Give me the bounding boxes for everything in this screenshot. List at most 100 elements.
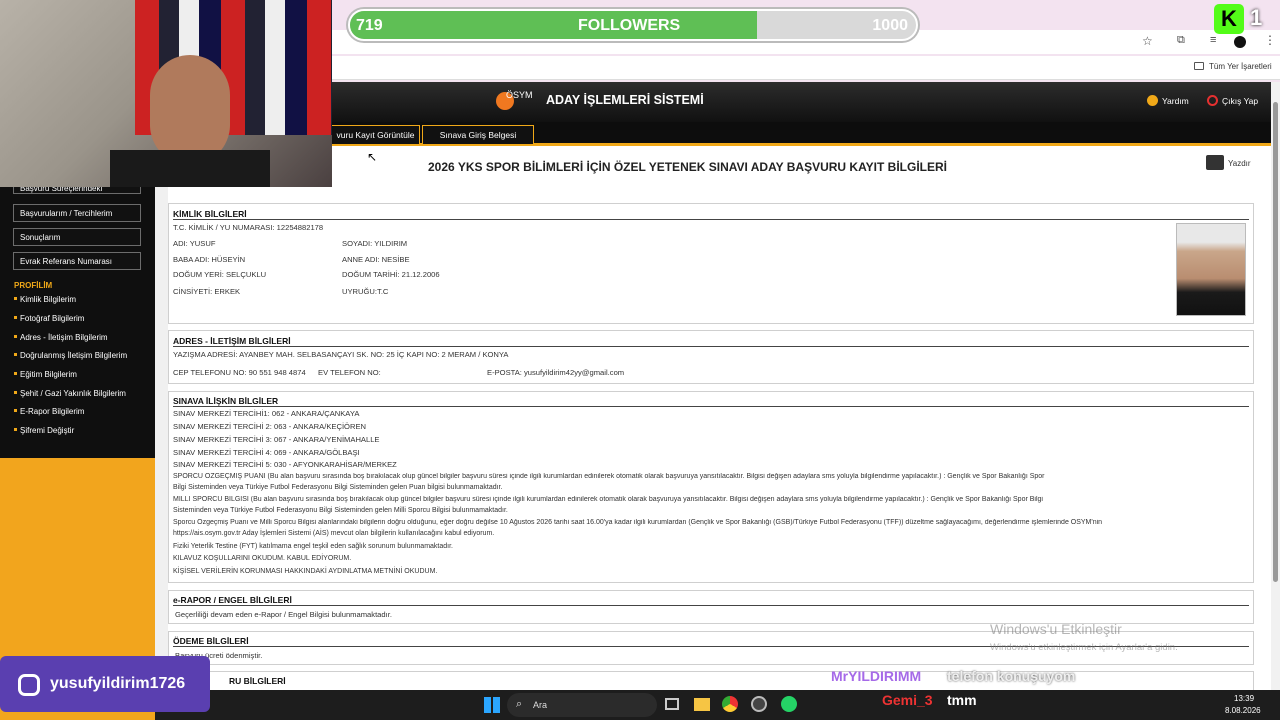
followers-current: 719 bbox=[356, 17, 383, 34]
next-section: RU BİLGİLERİ bbox=[168, 671, 1254, 691]
webcam-feed bbox=[0, 0, 332, 187]
help-link[interactable]: Yardım bbox=[1162, 96, 1189, 106]
taskbar-search-label: Ara bbox=[533, 700, 548, 710]
print-link[interactable]: Yazdır bbox=[1228, 159, 1251, 168]
exam-title: SINAVA İLİŞKİN BİLGİLER bbox=[173, 396, 279, 406]
content-margin bbox=[155, 186, 168, 720]
surname: SOYADI: YILDIRIM bbox=[342, 239, 408, 248]
sidebar-item-results[interactable]: Sonuçlarım bbox=[13, 228, 141, 246]
sidebar-link-password[interactable]: Şifremi Değiştir bbox=[20, 426, 74, 435]
instagram-icon bbox=[18, 674, 40, 696]
identity-section: KİMLİK BİLGİLERİ T.C. KİMLİK / YU NUMARA… bbox=[168, 203, 1254, 324]
home-phone: EV TELEFON NO: bbox=[318, 368, 381, 377]
clock-date[interactable]: 8.08.2026 bbox=[1225, 706, 1261, 715]
kebab-menu-icon[interactable]: ⋮ bbox=[1264, 33, 1276, 47]
next-section-title: RU BİLGİLERİ bbox=[229, 676, 286, 686]
sidebar-link-verified-contact[interactable]: Doğrulanmış İletişim Bilgilerim bbox=[20, 351, 127, 360]
exam-preference: SINAV MERKEZİ TERCİHİ 2: 063 - ANKARA/KE… bbox=[173, 422, 366, 431]
streamer-head bbox=[150, 55, 230, 165]
profile-heading: PROFİLİM bbox=[14, 281, 53, 290]
bio-score-text-2: Bilgi Sisteminden veya Türkiye Futbol Fe… bbox=[173, 484, 503, 491]
windows-start-icon[interactable] bbox=[484, 697, 500, 713]
declaration-text: Sporcu Özgeçmiş Puanı ve Milli Sporcu Bi… bbox=[173, 519, 1103, 526]
sidebar-link-identity[interactable]: Kimlik Bilgilerim bbox=[20, 295, 76, 304]
nav-bar: vuru Kayıt Görüntüle Sınava Giriş Belges… bbox=[332, 122, 1272, 146]
candidate-photo bbox=[1176, 223, 1246, 316]
folder-icon bbox=[1194, 62, 1204, 70]
kvkk-acceptance: KİŞİSEL VERİLERİN KORUNMASI HAKKINDAKİ A… bbox=[173, 568, 438, 575]
chat-message: telefon konuşuyom bbox=[947, 668, 1076, 684]
erapor-title: e-RAPOR / ENGEL BİLGİLERİ bbox=[173, 595, 292, 605]
father-name: BABA ADI: HÜSEYİN bbox=[173, 255, 246, 264]
page-title: 2026 YKS SPOR BİLİMLERİ İÇİN ÖZEL YETENE… bbox=[428, 160, 947, 174]
exam-preference: SINAV MERKEZİ TERCİHİ1: 062 - ANKARA/ÇAN… bbox=[173, 409, 360, 418]
profile-icon[interactable] bbox=[1234, 36, 1246, 48]
scrollbar-thumb[interactable] bbox=[1273, 102, 1278, 582]
bullet-icon bbox=[14, 391, 17, 394]
taskbar-search[interactable]: ⌕ Ara bbox=[507, 693, 657, 717]
sidebar-link-photo[interactable]: Fotoğraf Bilgilerim bbox=[20, 314, 84, 323]
star-icon[interactable]: ☆ bbox=[1142, 34, 1153, 48]
obs-icon[interactable] bbox=[751, 696, 767, 712]
bot-user: Gemi_3 bbox=[882, 692, 933, 708]
kick-logo-letter: K bbox=[1221, 6, 1237, 31]
payment-title: ÖDEME BİLGİLERİ bbox=[173, 636, 249, 646]
address-section: ADRES - İLETİŞİM BİLGİLERİ YAZIŞMA ADRES… bbox=[168, 330, 1254, 384]
help-icon[interactable] bbox=[1147, 95, 1158, 106]
file-explorer-icon[interactable] bbox=[694, 698, 710, 711]
address-title: ADRES - İLETİŞİM BİLGİLERİ bbox=[173, 336, 291, 346]
printer-icon[interactable] bbox=[1206, 155, 1224, 170]
bot-message: tmm bbox=[947, 692, 977, 708]
tab-exam-entry-document[interactable]: Sınava Giriş Belgesi bbox=[422, 125, 534, 145]
taskbar: ⌕ Ara 13:39 8.08.2026 bbox=[155, 690, 1280, 720]
tab-application-view[interactable]: vuru Kayıt Görüntüle bbox=[332, 125, 420, 145]
sidebar-item-document-ref[interactable]: Evrak Referans Numarası bbox=[13, 252, 141, 270]
bullet-icon bbox=[14, 297, 17, 300]
followers-progress-fill bbox=[350, 11, 757, 39]
task-view-icon[interactable] bbox=[665, 698, 679, 710]
mailing-address: YAZIŞMA ADRESİ: AYANBEY MAH. SELBASANÇAY… bbox=[173, 350, 509, 359]
national-athlete-text: MİLLİ SPORCU BİLGİSİ (Bu alan başvuru sı… bbox=[173, 496, 1043, 503]
erapor-section: e-RAPOR / ENGEL BİLGİLERİ Geçerliliği de… bbox=[168, 590, 1254, 624]
declaration-text-2: https://ais.osym.gov.tr Aday İşlemleri S… bbox=[173, 530, 495, 537]
chat-user: MrYILDIRIMM bbox=[831, 668, 922, 684]
sidebar-link-education[interactable]: Eğitim Bilgilerim bbox=[20, 370, 77, 379]
mobile-phone: CEP TELEFONU NO: 90 551 948 4874 bbox=[173, 368, 306, 377]
streamer-shirt bbox=[110, 150, 270, 187]
all-bookmarks-link[interactable]: Tüm Yer İşaretleri bbox=[1209, 62, 1272, 71]
bullet-icon bbox=[14, 335, 17, 338]
fitness-text: Fiziki Yeterlik Testine (FYT) katılmama … bbox=[173, 543, 453, 550]
followers-label: FOLLOWERS bbox=[578, 17, 681, 34]
system-title: ADAY İŞLEMLERİ SİSTEMİ bbox=[546, 93, 704, 107]
chrome-icon[interactable] bbox=[722, 696, 738, 712]
whatsapp-icon[interactable] bbox=[781, 696, 797, 712]
kick-logo-icon: K bbox=[1214, 4, 1244, 34]
clock-time[interactable]: 13:39 bbox=[1234, 694, 1254, 703]
nationality: UYRUĞU:T.C bbox=[342, 287, 389, 296]
exam-section: SINAVA İLİŞKİN BİLGİLER SINAV MERKEZİ TE… bbox=[168, 391, 1254, 583]
bullet-icon bbox=[14, 409, 17, 412]
section-divider bbox=[173, 605, 1249, 606]
national-athlete-text-2: Sisteminden veya Türkiye Futbol Federasy… bbox=[173, 507, 508, 514]
mother-name: ANNE ADI: NESİBE bbox=[342, 255, 410, 264]
birthplace: DOĞUM YERİ: SELÇUKLU bbox=[173, 270, 267, 279]
email: E-POSTA: yusufyildirim42yy@gmail.com bbox=[487, 368, 625, 377]
sidebar-link-address[interactable]: Adres - İletişim Bilgilerim bbox=[20, 333, 108, 342]
bullet-icon bbox=[14, 353, 17, 356]
sidebar-link-martyr[interactable]: Şehit / Gazi Yakınlık Bilgilerim bbox=[20, 389, 126, 398]
kick-count: 1 bbox=[1250, 5, 1263, 30]
sidebar-item-applications[interactable]: Başvurularım / Tercihlerim bbox=[13, 204, 141, 222]
bullet-icon bbox=[14, 316, 17, 319]
sidebar-link-erapor[interactable]: E-Rapor Bilgilerim bbox=[20, 407, 84, 416]
section-divider bbox=[173, 346, 1249, 347]
site-header: ÖSYM ADAY İŞLEMLERİ SİSTEMİ Yardım Çıkış… bbox=[332, 82, 1272, 122]
logout-link[interactable]: Çıkış Yap bbox=[1222, 96, 1258, 106]
gender: CİNSİYETİ: ERKEK bbox=[173, 287, 241, 296]
instagram-handle: yusufyildirim1726 bbox=[50, 675, 186, 692]
scrollbar[interactable] bbox=[1271, 82, 1280, 690]
followers-goal-bar: 719 FOLLOWERS 1000 bbox=[348, 9, 918, 41]
menu-icon[interactable]: ≡ bbox=[1210, 34, 1216, 46]
power-icon[interactable] bbox=[1207, 95, 1218, 106]
extension-icon[interactable]: ⧉ bbox=[1177, 34, 1185, 47]
search-icon: ⌕ bbox=[516, 698, 523, 710]
